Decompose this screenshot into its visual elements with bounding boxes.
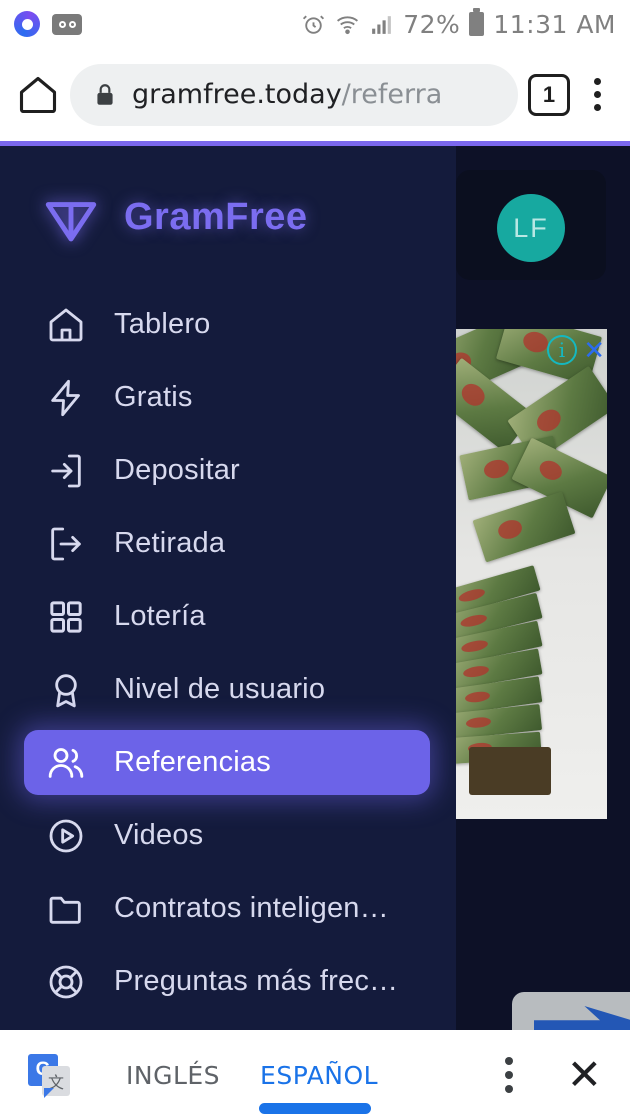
- arrow-icon: [534, 1006, 630, 1030]
- url-domain: gramfree.today: [132, 79, 342, 110]
- ad-close-icon[interactable]: ✕: [583, 335, 605, 366]
- sidebar-item-label: Nivel de usuario: [114, 673, 326, 705]
- sidebar-item-label: Tablero: [114, 308, 211, 340]
- grid-icon: [46, 597, 90, 637]
- ad-pedestal: [469, 747, 551, 795]
- translate-menu-button[interactable]: [504, 1057, 513, 1093]
- sidebar-item-gratis[interactable]: Gratis: [0, 361, 456, 434]
- status-time: 11:31 AM: [493, 9, 616, 39]
- cell-signal-icon: [372, 15, 392, 34]
- url-bar[interactable]: gramfree.today/referra: [70, 63, 518, 126]
- award-icon: [46, 670, 90, 710]
- ad-info-icon[interactable]: i: [547, 335, 577, 365]
- sidebar-item-referencias[interactable]: Referencias: [0, 726, 456, 799]
- lightning-icon: [46, 378, 90, 418]
- tab-count-label: 1: [542, 81, 556, 107]
- battery-percent: 72%: [403, 9, 461, 39]
- home-icon[interactable]: [16, 73, 60, 117]
- browser-toolbar: gramfree.today/referra 1: [0, 48, 630, 141]
- sidebar-item-loteria[interactable]: Lotería: [0, 580, 456, 653]
- lock-icon: [97, 83, 113, 105]
- voicemail-icon: [52, 13, 82, 35]
- outlook-circle-icon: [14, 11, 40, 37]
- brand-name: GramFree: [124, 195, 308, 238]
- status-bar-right-icons: 72% 11:31 AM: [301, 8, 616, 39]
- sidebar-item-preguntas-frecuentes[interactable]: Preguntas más frec…: [0, 945, 456, 1018]
- sidebar-item-label: Lotería: [114, 600, 206, 632]
- log-out-icon: [46, 524, 90, 564]
- navigation-drawer: GramFree Tablero Gratis Depositar Retira…: [0, 146, 456, 1030]
- sidebar-item-label: Gratis: [114, 381, 193, 413]
- sidebar-item-label: Retirada: [114, 527, 226, 559]
- avatar[interactable]: LF: [497, 194, 565, 262]
- translate-target-language[interactable]: ESPAÑOL: [260, 1061, 378, 1090]
- translate-source-language[interactable]: INGLÉS: [126, 1061, 220, 1090]
- battery-icon: [469, 8, 485, 36]
- users-icon: [46, 743, 90, 783]
- drawer-nav-list: Tablero Gratis Depositar Retirada Loterí…: [0, 288, 456, 1018]
- sidebar-item-label: Preguntas más frec…: [114, 965, 399, 997]
- url-path: /referra: [341, 79, 443, 110]
- status-bar: 72% 11:31 AM: [0, 0, 630, 48]
- play-circle-icon: [46, 816, 90, 856]
- google-translate-icon: G 文: [28, 1054, 70, 1098]
- alarm-clock-icon: [303, 15, 325, 34]
- sidebar-item-nivel-de-usuario[interactable]: Nivel de usuario: [0, 653, 456, 726]
- sidebar-item-label: Videos: [114, 819, 204, 851]
- phone-screen: 72% 11:31 AM gramfree.today/referra 1 LF: [0, 0, 630, 1120]
- sidebar-item-tablero[interactable]: Tablero: [0, 288, 456, 361]
- wifi-icon: [337, 15, 359, 34]
- promo-card[interactable]: [512, 992, 630, 1030]
- life-buoy-icon: [46, 962, 90, 1002]
- status-bar-left-icons: [14, 11, 82, 37]
- browser-menu-button[interactable]: [580, 74, 614, 116]
- sidebar-item-label: Referencias: [114, 746, 271, 778]
- ton-diamond-icon: [45, 202, 97, 242]
- sidebar-item-contratos-inteligentes[interactable]: Contratos inteligen…: [0, 872, 456, 945]
- sidebar-item-depositar[interactable]: Depositar: [0, 434, 456, 507]
- ad-banner[interactable]: i ✕: [455, 329, 607, 819]
- log-in-icon: [46, 451, 90, 491]
- tab-count-button[interactable]: 1: [528, 73, 570, 116]
- sidebar-item-retirada[interactable]: Retirada: [0, 507, 456, 580]
- avatar-initials: LF: [513, 212, 549, 243]
- sidebar-item-videos[interactable]: Videos: [0, 799, 456, 872]
- home-icon: [46, 305, 90, 345]
- sidebar-item-label: Contratos inteligen…: [114, 892, 389, 924]
- page-progress-bar: [0, 141, 630, 146]
- url-text: gramfree.today/referra: [132, 79, 442, 110]
- sidebar-item-label: Depositar: [114, 454, 240, 486]
- translate-close-button[interactable]: ✕: [567, 1054, 602, 1096]
- system-nav-pill[interactable]: [259, 1103, 371, 1114]
- folder-icon: [46, 889, 90, 929]
- brand-header[interactable]: GramFree: [0, 146, 456, 248]
